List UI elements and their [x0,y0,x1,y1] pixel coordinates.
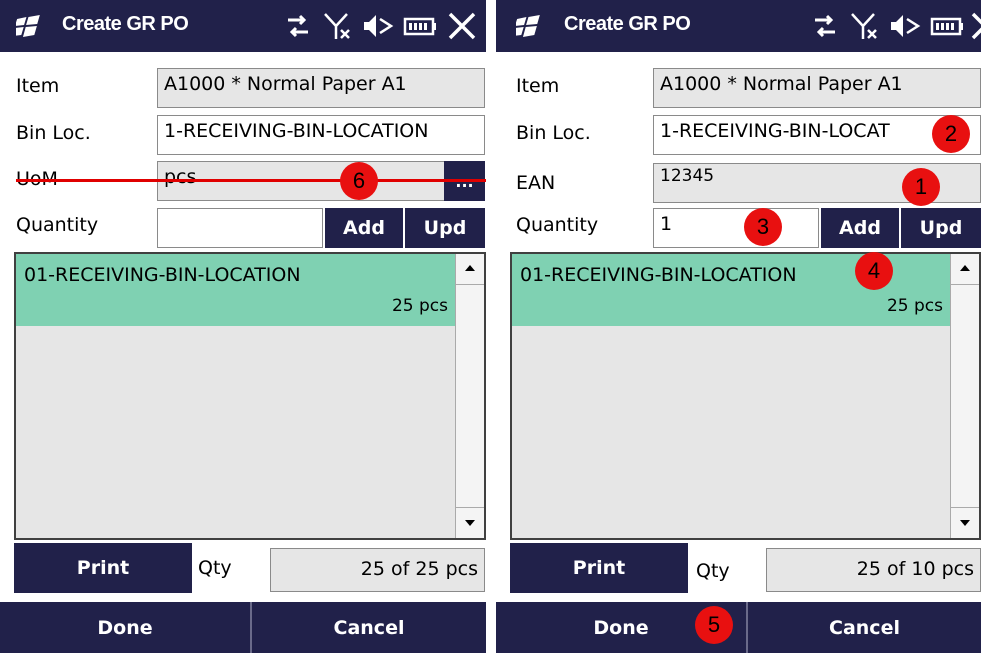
bin-list[interactable]: 01-RECEIVING-BIN-LOCATION 25 pcs [14,252,486,540]
no-signal-icon[interactable] [320,8,356,44]
title-bar: Create GR PO [0,0,486,52]
print-button[interactable]: Print [14,543,192,593]
quantity-input[interactable] [157,208,323,248]
scroll-down-icon[interactable] [951,507,979,538]
qty-summary-field: 25 of 25 pcs [270,548,485,592]
marker-2: 2 [932,115,970,153]
list-item-qty: 25 pcs [391,296,448,316]
page-title: Create GR PO [62,13,189,35]
quantity-label: Quantity [516,214,599,236]
add-button[interactable]: Add [325,208,403,248]
list-item-qty: 25 pcs [886,296,943,316]
bin-list[interactable]: 01-RECEIVING-BIN-LOCATION 25 pcs [510,252,981,540]
marker-6: 6 [340,162,378,200]
scroll-track[interactable] [456,285,484,507]
list-item[interactable]: 01-RECEIVING-BIN-LOCATION 25 pcs [16,254,456,326]
connectivity-icon[interactable] [280,8,316,44]
item-field: A1000 * Normal Paper A1 [157,68,485,108]
item-label: Item [16,75,60,97]
screen-right: Create GR PO Item A1000 * Normal Paper A… [496,0,981,653]
scrollbar[interactable] [455,254,484,538]
marker-5: 5 [695,606,733,644]
bin-label: Bin Loc. [16,122,91,144]
qty-summary-field: 25 of 10 pcs [766,548,981,592]
marker-4: 4 [855,252,893,290]
connectivity-icon[interactable] [807,8,843,44]
add-button[interactable]: Add [821,208,899,248]
title-bar: Create GR PO [496,0,981,52]
scroll-down-icon[interactable] [456,507,484,538]
marker-3: 3 [744,208,782,246]
quantity-label: Quantity [16,214,99,236]
status-icons [276,8,486,44]
qty-summary-label: Qty [198,557,232,579]
print-button[interactable]: Print [510,543,688,593]
ean-label: EAN [516,172,556,194]
done-button[interactable]: Done [0,602,250,653]
windows-logo-icon[interactable] [516,14,542,38]
no-signal-icon[interactable] [847,8,883,44]
qty-summary-label: Qty [696,560,730,582]
update-button[interactable]: Upd [405,208,485,248]
bin-location-input[interactable]: 1-RECEIVING-BIN-LOCATION [157,115,485,155]
scroll-up-icon[interactable] [456,254,484,285]
battery-icon[interactable] [929,8,965,44]
bin-label: Bin Loc. [516,122,591,144]
battery-icon[interactable] [402,8,438,44]
close-icon[interactable] [444,8,480,44]
volume-mute-icon[interactable] [887,8,923,44]
item-label: Item [516,75,560,97]
bottom-bar: Done Cancel [496,602,981,653]
list-item-name: 01-RECEIVING-BIN-LOCATION [24,264,301,286]
windows-logo-icon[interactable] [16,14,42,38]
scrollbar[interactable] [950,254,979,538]
marker-1: 1 [902,168,940,206]
close-icon[interactable] [967,8,981,44]
cancel-button[interactable]: Cancel [748,602,981,653]
list-item-name: 01-RECEIVING-BIN-LOCATION [520,264,797,286]
cancel-button[interactable]: Cancel [252,602,486,653]
status-icons [807,8,981,44]
strikethrough-annotation [16,179,486,182]
screen-left: Create GR PO Item A1000 * Normal Paper A… [0,0,486,653]
scroll-track[interactable] [951,285,979,507]
volume-mute-icon[interactable] [360,8,396,44]
bottom-bar: Done Cancel [0,602,486,653]
update-button[interactable]: Upd [901,208,981,248]
quantity-input[interactable]: 1 [653,208,819,248]
page-title: Create GR PO [564,13,691,35]
scroll-up-icon[interactable] [951,254,979,285]
item-field: A1000 * Normal Paper A1 [653,68,981,108]
